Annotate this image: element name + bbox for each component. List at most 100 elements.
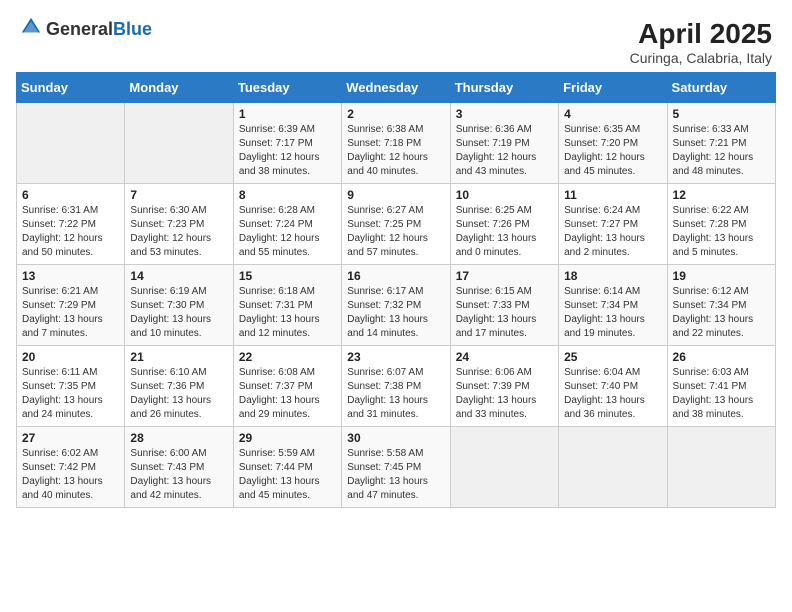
day-number: 4 — [564, 107, 661, 121]
col-friday: Friday — [559, 73, 667, 103]
cell-4-7: 26Sunrise: 6:03 AMSunset: 7:41 PMDayligh… — [667, 346, 775, 427]
cell-3-6: 18 Sunrise: 6:14 AMSunset: 7:34 PMDayligh… — [559, 265, 667, 346]
week-row-3: 13 Sunrise: 6:21 AMSunset: 7:29 PMDayligh… — [17, 265, 776, 346]
cell-details: Sunrise: 6:17 AMSunset: 7:32 PMDaylight:… — [347, 285, 444, 341]
day-number: 16 — [347, 269, 444, 283]
day-number: 3 — [456, 107, 553, 121]
day-number: 27 — [22, 431, 119, 445]
day-number: 18 — [564, 269, 661, 283]
cell-details: Sunrise: 6:07 AMSunset: 7:38 PMDaylight:… — [347, 366, 444, 422]
week-row-2: 6 Sunrise: 6:31 AMSunset: 7:22 PMDaylight… — [17, 184, 776, 265]
subtitle: Curinga, Calabria, Italy — [630, 50, 772, 66]
cell-details: Sunrise: 6:21 AMSunset: 7:29 PMDaylight:… — [22, 285, 119, 341]
cell-details: Sunrise: 6:02 AMSunset: 7:42 PMDaylight:… — [22, 447, 119, 503]
day-number: 6 — [22, 188, 119, 202]
day-number: 22 — [239, 350, 336, 364]
day-number: 25 — [564, 350, 661, 364]
cell-details: Sunrise: 6:04 AMSunset: 7:40 PMDaylight:… — [564, 366, 661, 422]
cell-3-1: 13 Sunrise: 6:21 AMSunset: 7:29 PMDayligh… — [17, 265, 125, 346]
col-saturday: Saturday — [667, 73, 775, 103]
cell-details: Sunrise: 6:24 AMSunset: 7:27 PMDaylight:… — [564, 204, 661, 260]
calendar: Sunday Monday Tuesday Wednesday Thursday… — [10, 72, 782, 514]
day-number: 24 — [456, 350, 553, 364]
day-number: 9 — [347, 188, 444, 202]
day-number: 11 — [564, 188, 661, 202]
day-number: 7 — [130, 188, 227, 202]
day-number: 1 — [239, 107, 336, 121]
day-number: 19 — [673, 269, 770, 283]
cell-details: Sunrise: 6:22 AMSunset: 7:28 PMDaylight:… — [673, 204, 770, 260]
cell-2-5: 10Sunrise: 6:25 AMSunset: 7:26 PMDayligh… — [450, 184, 558, 265]
cell-details: Sunrise: 5:59 AMSunset: 7:44 PMDaylight:… — [239, 447, 336, 503]
week-row-5: 27 Sunrise: 6:02 AMSunset: 7:42 PMDayligh… — [17, 427, 776, 508]
day-number: 13 — [22, 269, 119, 283]
cell-5-3: 29 Sunrise: 5:59 AMSunset: 7:44 PMDayligh… — [233, 427, 341, 508]
cell-1-3: 1 Sunrise: 6:39 AMSunset: 7:17 PMDaylight… — [233, 103, 341, 184]
cell-details: Sunrise: 6:35 AMSunset: 7:20 PMDaylight:… — [564, 123, 661, 179]
header: General Blue April 2025 Curinga, Calabri… — [10, 10, 782, 72]
logo-blue: Blue — [113, 20, 152, 38]
cell-details: Sunrise: 6:12 AMSunset: 7:34 PMDaylight:… — [673, 285, 770, 341]
cell-1-4: 2 Sunrise: 6:38 AMSunset: 7:18 PMDaylight… — [342, 103, 450, 184]
cell-1-1 — [17, 103, 125, 184]
main-title: April 2025 — [630, 18, 772, 50]
week-row-4: 20 Sunrise: 6:11 AMSunset: 7:35 PMDayligh… — [17, 346, 776, 427]
logo-general: General — [46, 20, 113, 38]
logo-icon — [20, 16, 42, 38]
cell-2-1: 6 Sunrise: 6:31 AMSunset: 7:22 PMDaylight… — [17, 184, 125, 265]
calendar-header: Sunday Monday Tuesday Wednesday Thursday… — [17, 73, 776, 103]
day-number: 5 — [673, 107, 770, 121]
cell-4-4: 23 Sunrise: 6:07 AMSunset: 7:38 PMDayligh… — [342, 346, 450, 427]
day-number: 8 — [239, 188, 336, 202]
cell-details: Sunrise: 5:58 AMSunset: 7:45 PMDaylight:… — [347, 447, 444, 503]
cell-details: Sunrise: 6:31 AMSunset: 7:22 PMDaylight:… — [22, 204, 119, 260]
cell-4-3: 22Sunrise: 6:08 AMSunset: 7:37 PMDayligh… — [233, 346, 341, 427]
day-number: 30 — [347, 431, 444, 445]
cell-details: Sunrise: 6:18 AMSunset: 7:31 PMDaylight:… — [239, 285, 336, 341]
cell-details: Sunrise: 6:10 AMSunset: 7:36 PMDaylight:… — [130, 366, 227, 422]
cell-details: Sunrise: 6:15 AMSunset: 7:33 PMDaylight:… — [456, 285, 553, 341]
cell-details: Sunrise: 6:19 AMSunset: 7:30 PMDaylight:… — [130, 285, 227, 341]
cell-4-5: 24 Sunrise: 6:06 AMSunset: 7:39 PMDayligh… — [450, 346, 558, 427]
col-wednesday: Wednesday — [342, 73, 450, 103]
cell-details: Sunrise: 6:39 AMSunset: 7:17 PMDaylight:… — [239, 123, 336, 179]
cell-details: Sunrise: 6:11 AMSunset: 7:35 PMDaylight:… — [22, 366, 119, 422]
cell-details: Sunrise: 6:00 AMSunset: 7:43 PMDaylight:… — [130, 447, 227, 503]
cell-1-6: 4 Sunrise: 6:35 AMSunset: 7:20 PMDaylight… — [559, 103, 667, 184]
day-number: 28 — [130, 431, 227, 445]
cell-1-2 — [125, 103, 233, 184]
day-number: 10 — [456, 188, 553, 202]
cell-details: Sunrise: 6:33 AMSunset: 7:21 PMDaylight:… — [673, 123, 770, 179]
day-number: 29 — [239, 431, 336, 445]
day-number: 20 — [22, 350, 119, 364]
day-number: 15 — [239, 269, 336, 283]
cell-details: Sunrise: 6:38 AMSunset: 7:18 PMDaylight:… — [347, 123, 444, 179]
day-number: 2 — [347, 107, 444, 121]
cell-5-1: 27 Sunrise: 6:02 AMSunset: 7:42 PMDayligh… — [17, 427, 125, 508]
cell-details: Sunrise: 6:36 AMSunset: 7:19 PMDaylight:… — [456, 123, 553, 179]
day-number: 17 — [456, 269, 553, 283]
cell-4-2: 21Sunrise: 6:10 AMSunset: 7:36 PMDayligh… — [125, 346, 233, 427]
cell-1-5: 3 Sunrise: 6:36 AMSunset: 7:19 PMDaylight… — [450, 103, 558, 184]
cell-5-2: 28 Sunrise: 6:00 AMSunset: 7:43 PMDayligh… — [125, 427, 233, 508]
cell-3-3: 15 Sunrise: 6:18 AMSunset: 7:31 PMDayligh… — [233, 265, 341, 346]
day-number: 23 — [347, 350, 444, 364]
cell-details: Sunrise: 6:14 AMSunset: 7:34 PMDaylight:… — [564, 285, 661, 341]
title-area: April 2025 Curinga, Calabria, Italy — [630, 18, 772, 66]
cell-2-4: 9 Sunrise: 6:27 AMSunset: 7:25 PMDaylight… — [342, 184, 450, 265]
cell-4-6: 25 Sunrise: 6:04 AMSunset: 7:40 PMDayligh… — [559, 346, 667, 427]
logo: General Blue — [20, 18, 152, 40]
cell-details: Sunrise: 6:30 AMSunset: 7:23 PMDaylight:… — [130, 204, 227, 260]
week-row-1: 1 Sunrise: 6:39 AMSunset: 7:17 PMDaylight… — [17, 103, 776, 184]
cell-5-4: 30 Sunrise: 5:58 AMSunset: 7:45 PMDayligh… — [342, 427, 450, 508]
col-monday: Monday — [125, 73, 233, 103]
cell-details: Sunrise: 6:27 AMSunset: 7:25 PMDaylight:… — [347, 204, 444, 260]
col-thursday: Thursday — [450, 73, 558, 103]
cell-2-3: 8Sunrise: 6:28 AMSunset: 7:24 PMDaylight… — [233, 184, 341, 265]
cell-3-5: 17 Sunrise: 6:15 AMSunset: 7:33 PMDayligh… — [450, 265, 558, 346]
cell-5-5 — [450, 427, 558, 508]
cell-5-6 — [559, 427, 667, 508]
header-row: Sunday Monday Tuesday Wednesday Thursday… — [17, 73, 776, 103]
cell-3-4: 16 Sunrise: 6:17 AMSunset: 7:32 PMDayligh… — [342, 265, 450, 346]
cell-details: Sunrise: 6:06 AMSunset: 7:39 PMDaylight:… — [456, 366, 553, 422]
